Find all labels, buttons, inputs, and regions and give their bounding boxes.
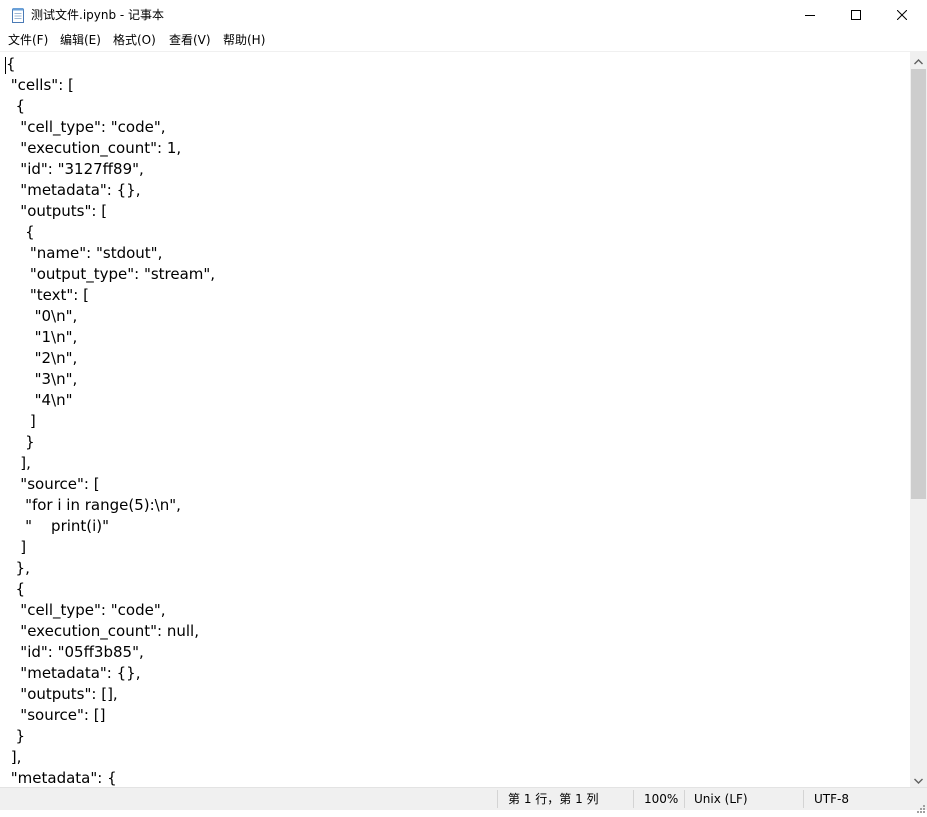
menu-bar: 文件(F) 编辑(E) 格式(O) 查看(V) 帮助(H) (0, 31, 927, 50)
status-divider (633, 790, 634, 808)
maximize-button[interactable] (833, 0, 879, 30)
menu-edit[interactable]: 编辑(E) (60, 32, 101, 49)
menu-view[interactable]: 查看(V) (169, 32, 211, 49)
zoom-level: 100% (644, 792, 679, 806)
vertical-scrollbar[interactable] (910, 51, 927, 787)
window-title: 测试文件.ipynb - 记事本 (31, 8, 165, 22)
text-caret (5, 57, 6, 74)
title-bar[interactable]: 测试文件.ipynb - 记事本 (0, 0, 927, 30)
status-divider (803, 790, 804, 808)
line-ending: Unix (LF) (694, 792, 748, 806)
scroll-up-button[interactable] (910, 51, 927, 68)
minimize-icon (805, 10, 815, 20)
status-bar: 第 1 行，第 1 列 100% Unix (LF) UTF-8 (0, 787, 927, 813)
minimize-button[interactable] (787, 0, 833, 30)
resize-grip-icon[interactable] (915, 798, 925, 813)
status-divider (497, 790, 498, 808)
cursor-position: 第 1 行，第 1 列 (508, 792, 599, 806)
chevron-down-icon (914, 769, 923, 788)
status-divider (684, 790, 685, 808)
maximize-icon (851, 10, 861, 20)
menu-format[interactable]: 格式(O) (113, 32, 156, 49)
close-icon (897, 10, 907, 20)
menu-help[interactable]: 帮助(H) (223, 32, 265, 49)
close-button[interactable] (879, 0, 925, 30)
menu-file[interactable]: 文件(F) (8, 32, 48, 49)
editor-content[interactable]: { "cells": [ { "cell_type": "code", "exe… (6, 54, 215, 788)
notepad-window: 测试文件.ipynb - 记事本 文件(F) 编辑(E) 格式(O) 查看(V)… (0, 0, 927, 813)
scroll-down-button[interactable] (910, 770, 927, 787)
notepad-icon (11, 7, 25, 23)
chevron-up-icon (914, 50, 923, 69)
encoding: UTF-8 (814, 792, 849, 806)
text-editor[interactable]: { "cells": [ { "cell_type": "code", "exe… (0, 51, 910, 788)
scroll-thumb[interactable] (911, 69, 926, 499)
